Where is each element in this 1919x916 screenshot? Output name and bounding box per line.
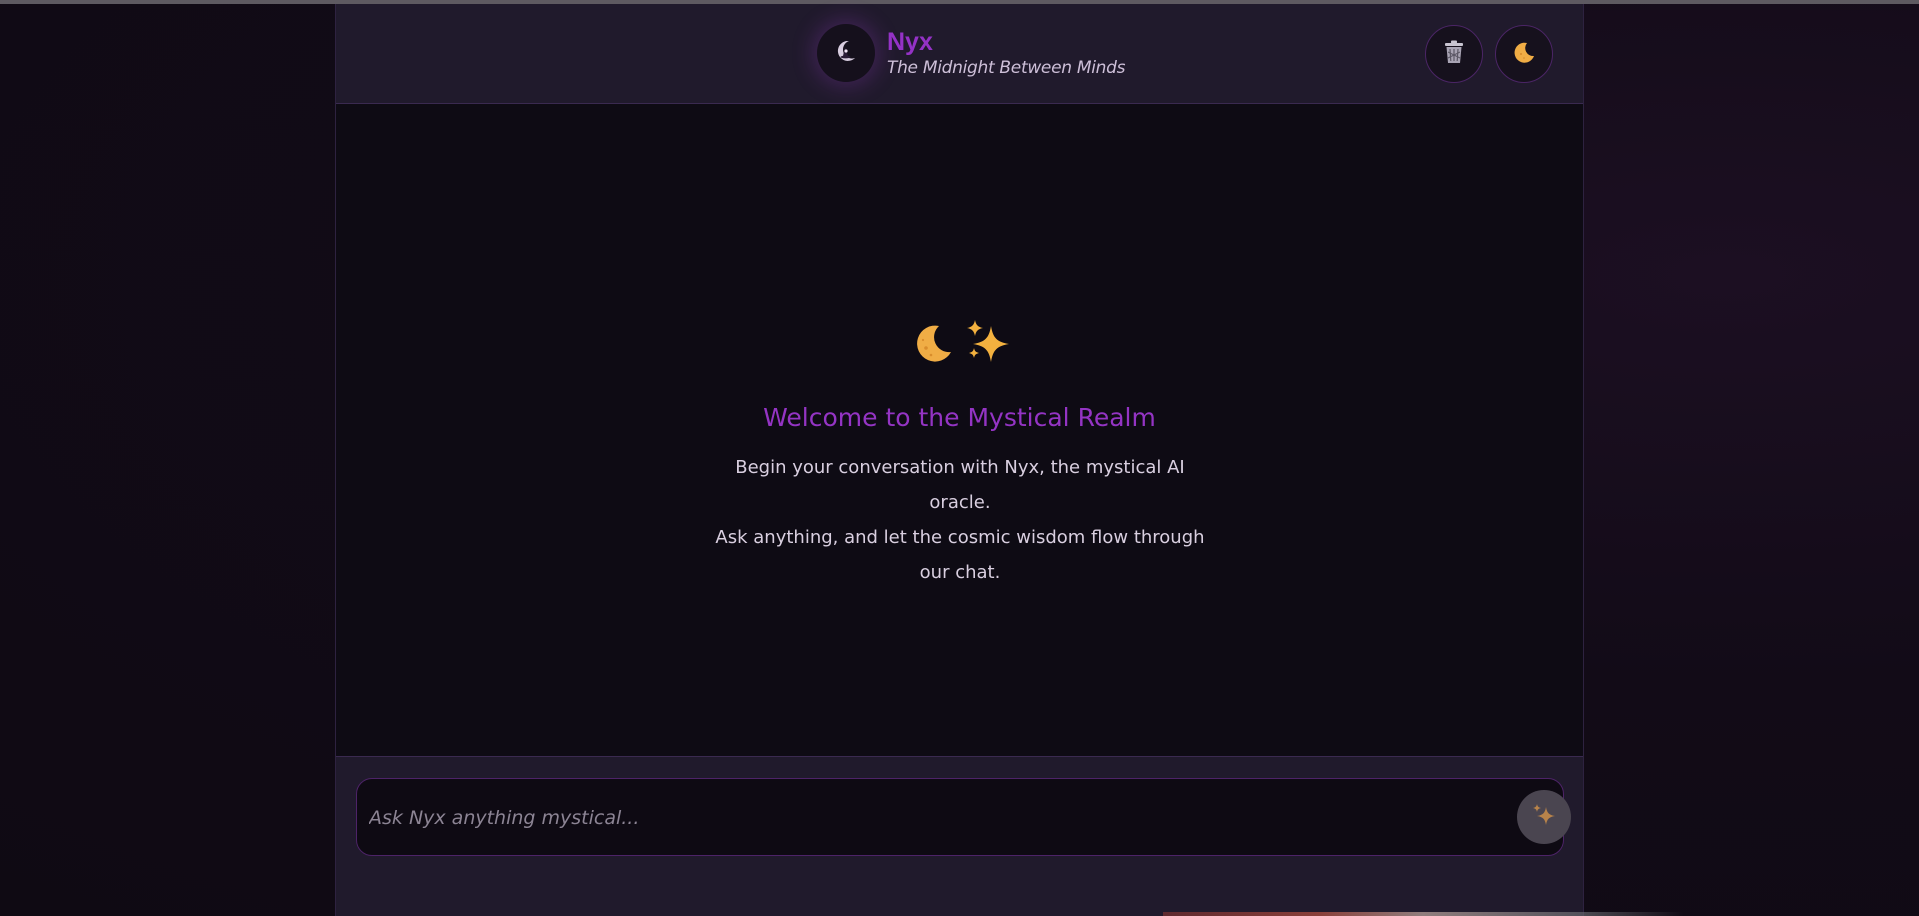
welcome-line: our chat. <box>919 562 1001 583</box>
clear-chat-button[interactable] <box>1425 25 1483 83</box>
brand-name: Nyx <box>887 28 933 56</box>
taskbar-edge <box>1163 912 1683 916</box>
sparkles-icon <box>1531 802 1557 832</box>
brand-tagline: The Midnight Between Minds <box>887 58 1126 78</box>
crescent-moon-icon <box>911 322 955 370</box>
brand-avatar <box>817 24 875 82</box>
message-composer <box>336 757 1583 916</box>
welcome-line: Begin your conversation with Nyx, the my… <box>735 457 1185 513</box>
theme-toggle-button[interactable] <box>1495 25 1553 83</box>
send-button[interactable] <box>1517 790 1571 844</box>
chat-area[interactable]: Welcome to the Mystical Realm Begin your… <box>336 104 1583 757</box>
welcome-line: Ask anything, and let the cosmic wisdom … <box>715 527 1205 548</box>
crescent-moon-icon <box>1512 40 1536 68</box>
sparkles-icon <box>965 318 1011 368</box>
app-header: Nyx The Midnight Between Minds <box>336 4 1583 104</box>
welcome-icons <box>911 318 1021 368</box>
message-input[interactable] <box>367 779 1471 857</box>
welcome-title: Welcome to the Mystical Realm <box>763 403 1156 432</box>
welcome-message: Begin your conversation with Nyx, the my… <box>710 450 1210 590</box>
message-input-container <box>356 778 1571 857</box>
trash-icon <box>1443 40 1465 68</box>
chat-app: Nyx The Midnight Between Minds Welcome t… <box>335 4 1584 916</box>
witch-moon-icon <box>833 38 859 68</box>
